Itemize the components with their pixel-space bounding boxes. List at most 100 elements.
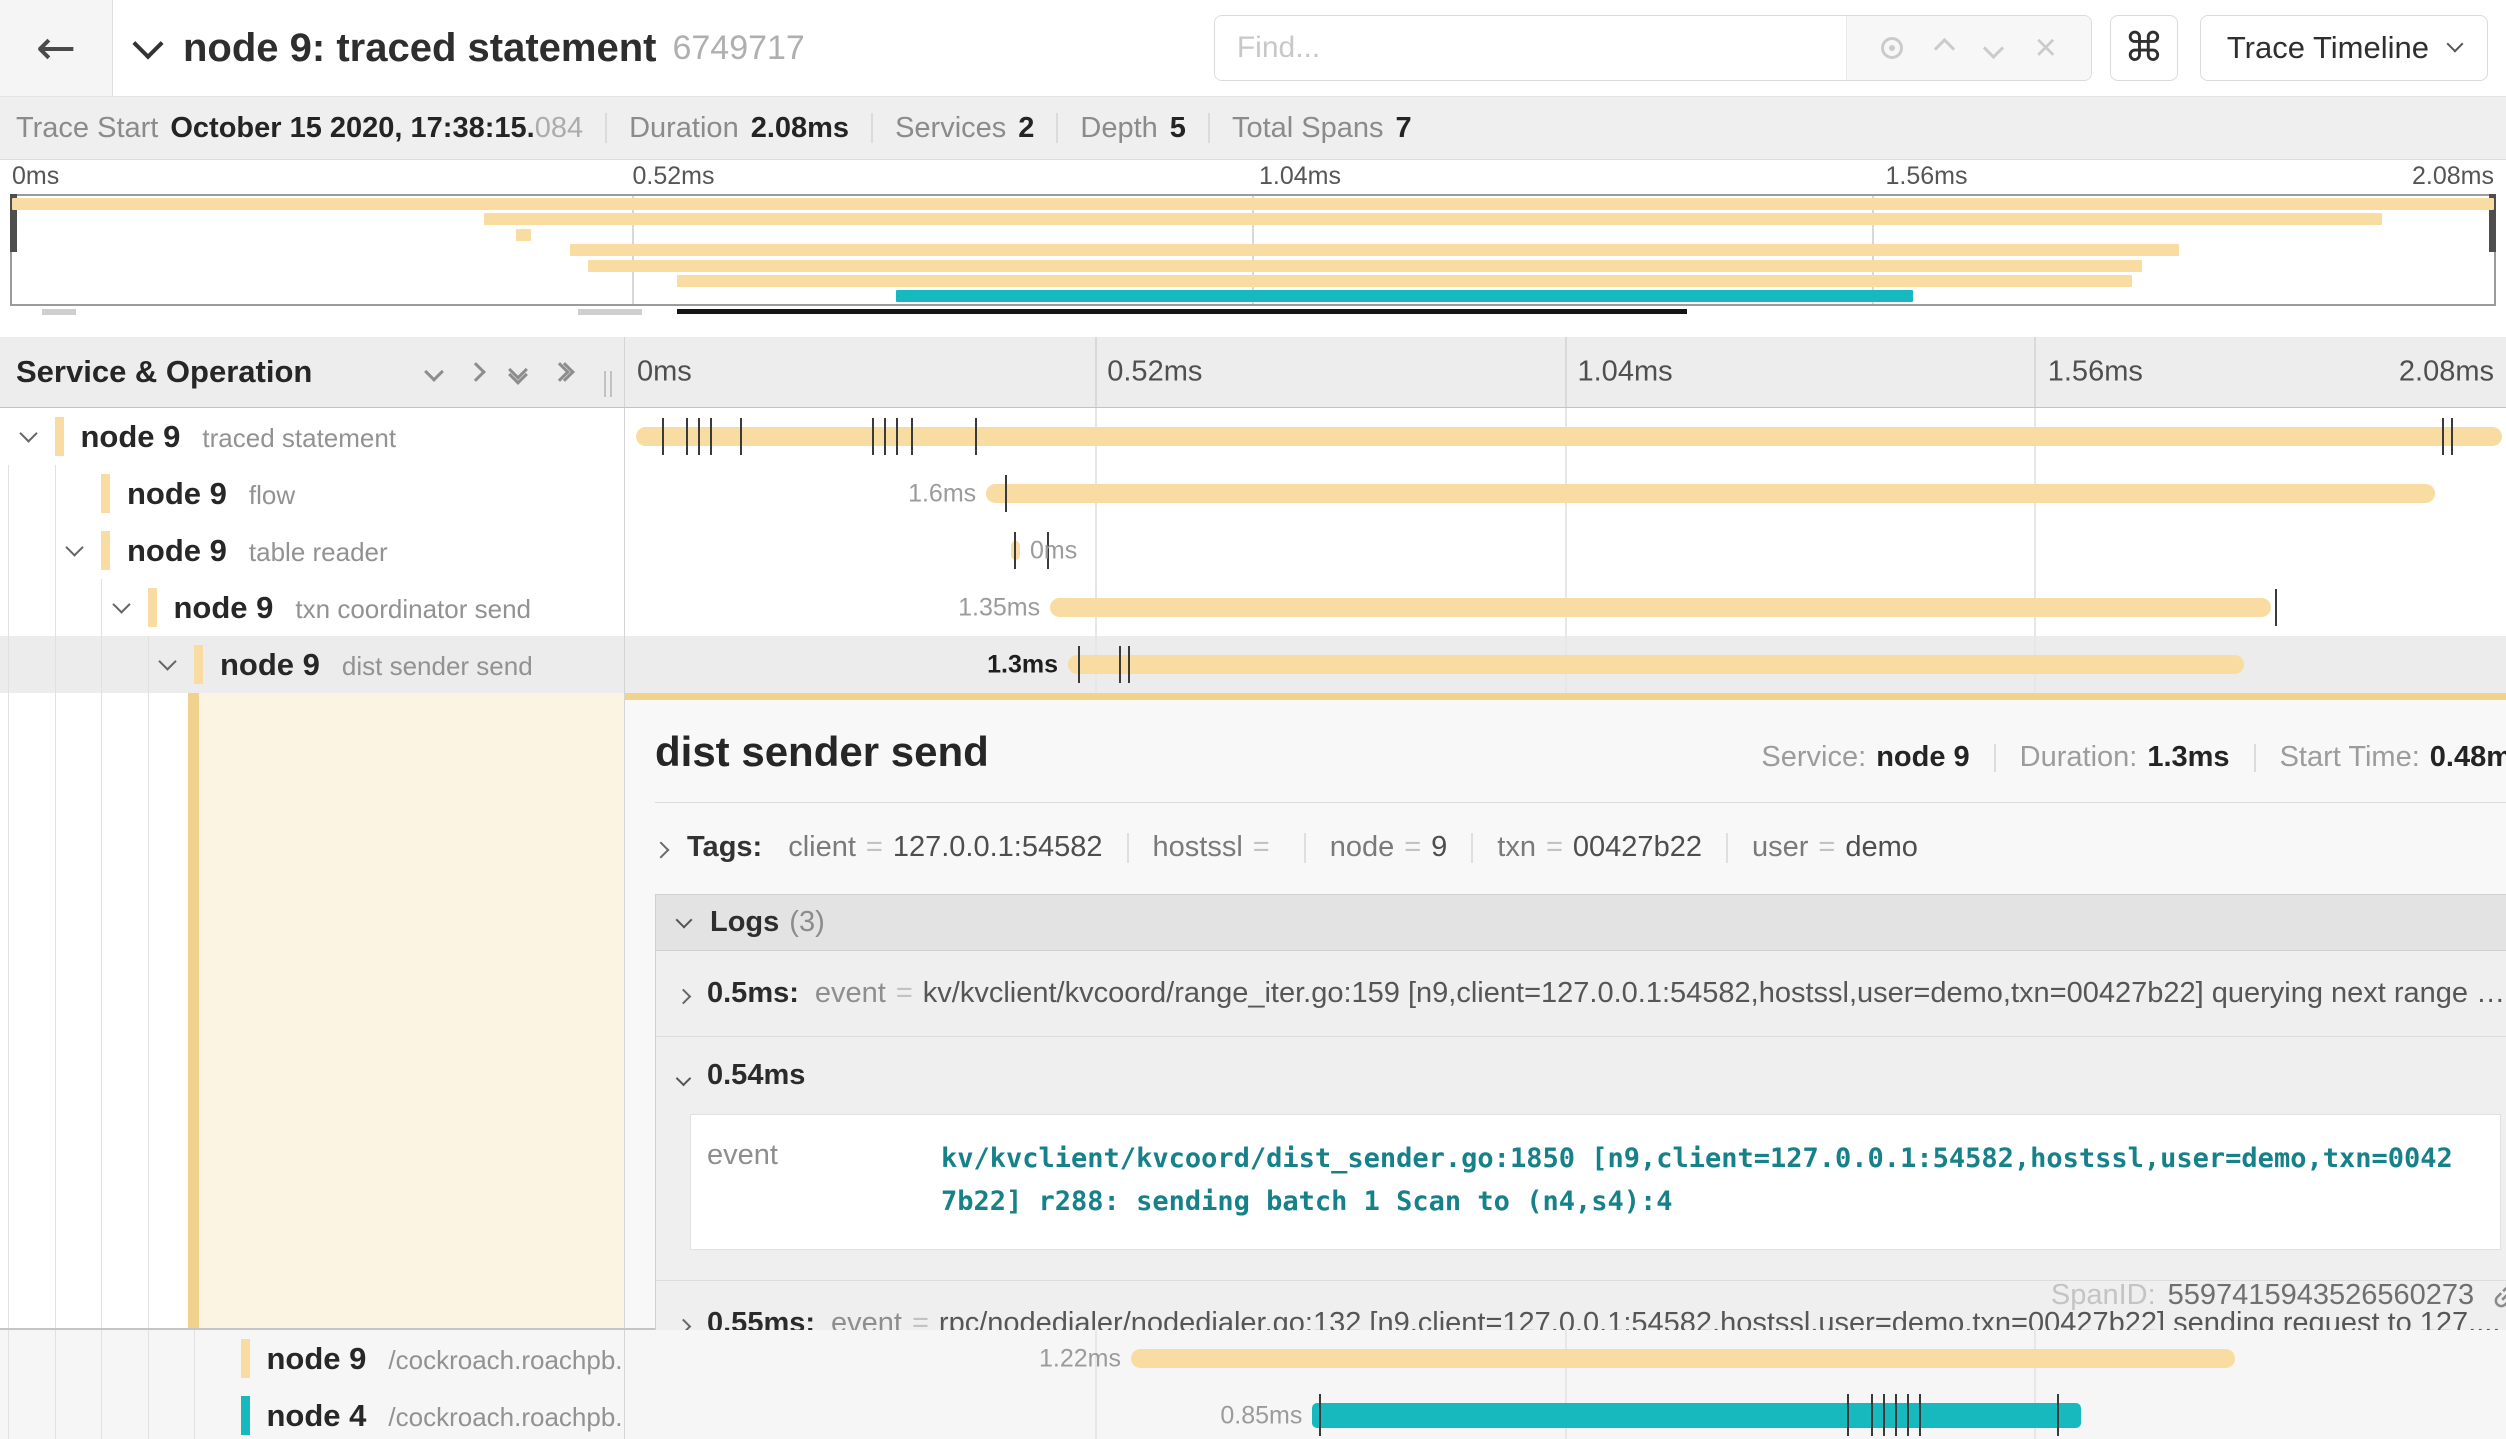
tags-row[interactable]: Tags: client=127.0.0.1:54582hostssl=node…	[655, 831, 2506, 864]
minimap-handle[interactable]	[578, 309, 642, 315]
logs-header[interactable]: Logs (3)	[656, 895, 2506, 951]
log-marker-tick	[2275, 589, 2277, 626]
locate-icon[interactable]	[1881, 37, 1903, 59]
collapse-one-icon[interactable]	[424, 362, 444, 382]
span-bar-cell[interactable]: 1.35ms	[625, 579, 2506, 636]
span-bar[interactable]	[636, 427, 2502, 446]
indent-guide	[8, 522, 9, 579]
timeline-tick-label: 0ms	[637, 356, 692, 389]
find-prev-icon[interactable]	[1934, 37, 1955, 58]
start-time-label: Start Time:	[2280, 741, 2420, 774]
span-row[interactable]: node 9traced statement	[0, 408, 2506, 465]
span-bar[interactable]	[1312, 1403, 2081, 1428]
indent-guide	[148, 636, 149, 693]
indent-guide	[55, 522, 56, 579]
back-arrow-icon: ←	[36, 24, 76, 72]
expander-icon[interactable]	[68, 541, 81, 559]
column-resize-handle[interactable]	[604, 371, 612, 397]
minimap-canvas[interactable]	[10, 194, 2496, 306]
service-color-chip	[148, 588, 157, 627]
service-name: node 9txn coordinator send	[174, 590, 532, 626]
span-duration-label: 1.22ms	[1039, 1344, 1121, 1373]
divider	[1726, 833, 1728, 863]
chevron-down-icon	[19, 424, 37, 442]
span-id-value: 5597415943526560273	[2168, 1279, 2474, 1312]
log-entry-header[interactable]: 0.54ms	[678, 1059, 2505, 1092]
span-row[interactable]: node 9txn coordinator send 1.35ms	[0, 579, 2506, 636]
span-name-cell[interactable]: node 9traced statement	[0, 408, 625, 465]
span-list: node 9traced statementnode 9flow1.6msnod…	[0, 408, 2506, 693]
span-bar[interactable]	[1068, 655, 2244, 674]
expander-icon[interactable]	[161, 655, 174, 673]
span-detail-row: dist sender send Service: node 9 Duratio…	[0, 693, 2506, 1330]
log-entry[interactable]: 0.5ms:event=kv/kvclient/kvcoord/range_it…	[656, 951, 2506, 1036]
operation-name: dist sender send	[342, 651, 533, 681]
operation-name: table reader	[249, 537, 388, 567]
span-bar-cell[interactable]	[625, 408, 2506, 465]
expander-icon[interactable]	[115, 598, 128, 616]
expand-one-icon[interactable]	[466, 362, 486, 382]
tag-key: user	[1752, 831, 1808, 864]
span-row[interactable]: node 9/cockroach.roachpb.I... 1.22ms	[0, 1330, 2506, 1387]
chevron-down-icon	[676, 911, 693, 928]
tag-item[interactable]: hostssl=	[1153, 831, 1280, 864]
trace-view-label: Trace Timeline	[2227, 30, 2429, 66]
find-input[interactable]	[1215, 16, 1846, 80]
span-row[interactable]: node 4/cockroach.roachpb.I...0.85ms	[0, 1387, 2506, 1439]
span-bar-cell[interactable]: 1.22ms	[625, 1330, 2506, 1387]
tag-item[interactable]: txn=00427b22	[1497, 831, 1702, 864]
span-bar-cell[interactable]: 0.85ms	[625, 1387, 2506, 1439]
operation-name: /cockroach.roachpb.I...	[388, 1402, 625, 1432]
service-name: node 4/cockroach.roachpb.I...	[267, 1398, 626, 1434]
span-name-cell[interactable]: node 4/cockroach.roachpb.I...	[0, 1387, 625, 1439]
span-bar[interactable]	[1131, 1349, 2235, 1368]
expand-all-icon[interactable]	[553, 365, 572, 379]
span-detail-title: dist sender send	[655, 728, 989, 776]
expander-icon[interactable]	[22, 427, 35, 445]
indent-guide	[55, 465, 56, 522]
services-label: Services	[895, 112, 1006, 145]
tag-item[interactable]: node=9	[1330, 831, 1448, 864]
find-controls: ×	[1846, 16, 2091, 80]
collapse-all-icon[interactable]	[511, 363, 525, 382]
back-button[interactable]: ←	[0, 0, 113, 96]
minimap-scroll-indicator	[677, 309, 1687, 314]
tag-value: 00427b22	[1573, 831, 1702, 864]
find-next-icon[interactable]	[1983, 37, 2004, 58]
span-name-cell[interactable]: node 9/cockroach.roachpb.I...	[0, 1330, 625, 1387]
selected-span-fill	[199, 693, 624, 1328]
span-row[interactable]: node 9table reader0ms	[0, 522, 2506, 579]
span-row[interactable]: node 9flow1.6ms	[0, 465, 2506, 522]
log-marker-tick	[698, 418, 700, 455]
minimap-span-bar	[677, 275, 2131, 287]
log-field-key: event	[815, 977, 886, 1010]
find-clear-icon[interactable]: ×	[2035, 29, 2057, 67]
span-bar-cell[interactable]: 1.3ms	[625, 636, 2506, 693]
trace-title-group[interactable]: node 9: traced statement 6749717	[137, 26, 805, 71]
span-bar[interactable]	[986, 484, 2434, 503]
keyboard-shortcuts-button[interactable]: ⌘	[2110, 15, 2178, 81]
span-bar-cell[interactable]: 1.6ms	[625, 465, 2506, 522]
log-field-key: event	[691, 1115, 941, 1249]
minimap-handle[interactable]	[42, 309, 76, 315]
divider	[1304, 833, 1306, 863]
trace-view-select[interactable]: Trace Timeline	[2200, 15, 2488, 81]
span-name-cell[interactable]: node 9dist sender send	[0, 636, 625, 693]
duration-label: Duration:	[2020, 741, 2138, 774]
span-name-cell[interactable]: node 9table reader	[0, 522, 625, 579]
span-bar[interactable]	[1050, 598, 2271, 617]
link-icon[interactable]	[2490, 1280, 2506, 1312]
span-bar-cell[interactable]: 0ms	[625, 522, 2506, 579]
span-row[interactable]: node 9dist sender send1.3ms	[0, 636, 2506, 693]
trace-summary-bar: Trace Start October 15 2020, 17:38:15. 0…	[0, 97, 2506, 160]
indent-guide	[8, 1387, 9, 1439]
divider	[1127, 833, 1129, 863]
timeline-tick-label: 2.08ms	[2399, 356, 2494, 389]
tag-item[interactable]: client=127.0.0.1:54582	[788, 831, 1102, 864]
tag-item[interactable]: user=demo	[1752, 831, 1918, 864]
indent-guide	[101, 1387, 102, 1439]
operation-name: txn coordinator send	[295, 594, 531, 624]
span-name-cell[interactable]: node 9flow	[0, 465, 625, 522]
collapse-header-chevron-icon[interactable]	[132, 28, 163, 59]
span-name-cell[interactable]: node 9txn coordinator send	[0, 579, 625, 636]
